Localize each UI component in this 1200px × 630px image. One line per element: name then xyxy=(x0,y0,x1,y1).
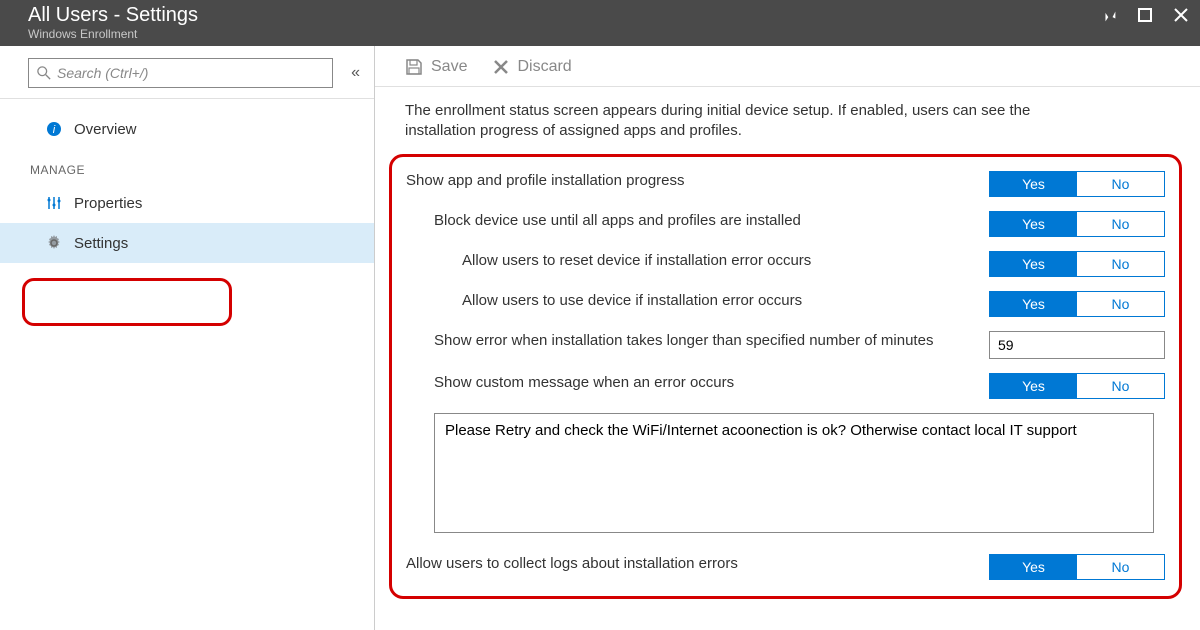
save-icon xyxy=(405,58,423,76)
toggle-no[interactable]: No xyxy=(1077,292,1164,316)
toggle-yes[interactable]: Yes xyxy=(990,172,1077,196)
toolbar: Save Discard xyxy=(375,58,1200,87)
label-block-device: Block device use until all apps and prof… xyxy=(406,211,989,231)
highlight-settings xyxy=(22,278,232,326)
toggle-no[interactable]: No xyxy=(1077,555,1164,579)
nav-overview-label: Overview xyxy=(74,121,137,138)
toggle-show-progress[interactable]: Yes No xyxy=(989,171,1165,197)
toggle-yes[interactable]: Yes xyxy=(990,374,1077,398)
toggle-block-device[interactable]: Yes No xyxy=(989,211,1165,237)
info-icon: i xyxy=(46,121,62,137)
maximize-icon[interactable] xyxy=(1136,6,1154,24)
gear-icon xyxy=(46,235,62,251)
search-input[interactable]: Search (Ctrl+/) xyxy=(28,58,333,88)
toggle-allow-reset[interactable]: Yes No xyxy=(989,251,1165,277)
collapse-sidebar-icon[interactable]: « xyxy=(351,64,360,82)
input-error-minutes[interactable] xyxy=(989,331,1165,359)
discard-label: Discard xyxy=(517,58,571,76)
save-button[interactable]: Save xyxy=(405,58,467,76)
toggle-no[interactable]: No xyxy=(1077,212,1164,236)
nav-manage-header: MANAGE xyxy=(0,149,374,183)
label-allow-logs: Allow users to collect logs about instal… xyxy=(406,554,989,574)
toggle-custom-msg[interactable]: Yes No xyxy=(989,373,1165,399)
nav-properties-label: Properties xyxy=(74,195,142,212)
close-icon[interactable] xyxy=(1172,6,1190,24)
window-title: All Users - Settings xyxy=(28,4,198,27)
nav-settings-label: Settings xyxy=(74,235,128,252)
sliders-icon xyxy=(46,195,62,211)
nav-properties[interactable]: Properties xyxy=(0,183,374,223)
discard-button[interactable]: Discard xyxy=(493,58,571,76)
toggle-yes[interactable]: Yes xyxy=(990,555,1077,579)
toggle-no[interactable]: No xyxy=(1077,172,1164,196)
pin-icon[interactable] xyxy=(1100,6,1118,24)
label-allow-use: Allow users to use device if installatio… xyxy=(406,291,989,311)
toggle-yes[interactable]: Yes xyxy=(990,212,1077,236)
description-text: The enrollment status screen appears dur… xyxy=(375,87,1115,150)
toggle-allow-use[interactable]: Yes No xyxy=(989,291,1165,317)
toggle-no[interactable]: No xyxy=(1077,374,1164,398)
nav-settings[interactable]: Settings xyxy=(0,223,374,263)
textarea-custom-message[interactable] xyxy=(434,413,1154,533)
settings-highlight-block: Show app and profile installation progre… xyxy=(389,154,1182,599)
save-label: Save xyxy=(431,58,467,76)
window-subtitle: Windows Enrollment xyxy=(28,27,198,41)
label-show-progress: Show app and profile installation progre… xyxy=(406,171,989,191)
toggle-yes[interactable]: Yes xyxy=(990,252,1077,276)
search-icon xyxy=(37,66,51,80)
nav-overview[interactable]: i Overview xyxy=(0,109,374,149)
discard-icon xyxy=(493,59,509,75)
toggle-allow-logs[interactable]: Yes No xyxy=(989,554,1165,580)
label-allow-reset: Allow users to reset device if installat… xyxy=(406,251,989,271)
titlebar: All Users - Settings Windows Enrollment xyxy=(0,0,1200,46)
sidebar: Search (Ctrl+/) « i Overview MANAGE Prop… xyxy=(0,46,375,630)
toggle-yes[interactable]: Yes xyxy=(990,292,1077,316)
toggle-no[interactable]: No xyxy=(1077,252,1164,276)
search-placeholder: Search (Ctrl+/) xyxy=(57,65,148,81)
label-custom-msg: Show custom message when an error occurs xyxy=(406,373,989,393)
label-error-minutes: Show error when installation takes longe… xyxy=(406,331,989,351)
content-pane: Save Discard The enrollment status scree… xyxy=(375,46,1200,630)
